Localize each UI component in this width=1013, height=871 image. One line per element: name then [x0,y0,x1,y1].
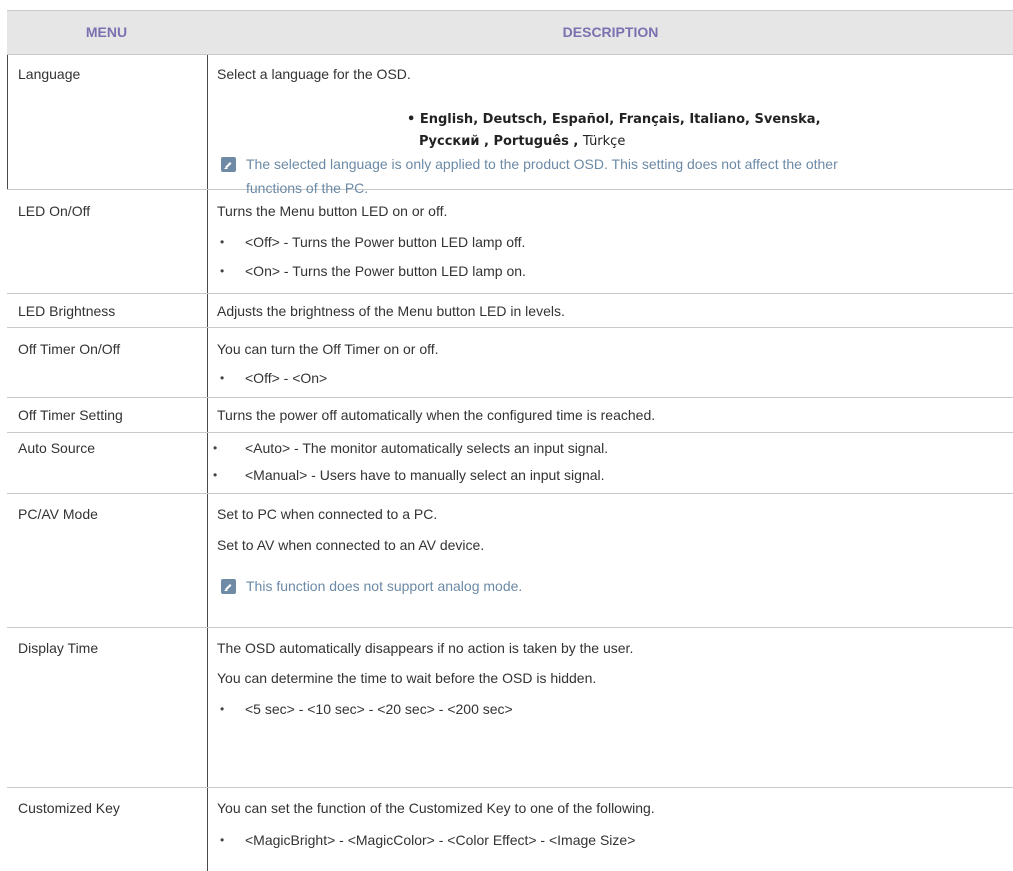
menu-cell-led-brightness: LED Brightness [18,303,116,319]
bullet-item: <Off> - <On> [245,370,328,386]
bullet-icon: • [220,235,225,249]
bullet-item: <MagicBright> - <MagicColor> - <Color Ef… [245,832,636,848]
note-text: functions of the PC. [246,180,369,196]
row-divider [7,432,1013,433]
column-divider [207,54,208,871]
desc-display-time: The OSD automatically disappears if no a… [217,640,634,656]
desc-off-timer-setting: Turns the power off automatically when t… [217,407,656,423]
desc-display-time: You can determine the time to wait befor… [217,670,597,686]
bullet-item: <Off> - Turns the Power button LED lamp … [245,234,526,250]
language-list-text: Русский , Português , [419,134,579,149]
description-column-header: DESCRIPTION [562,24,659,40]
desc-pc-av-mode: Set to AV when connected to an AV device… [217,537,485,553]
menu-cell-off-timer-onoff: Off Timer On/Off [18,341,121,357]
menu-cell-off-timer-setting: Off Timer Setting [18,407,123,423]
pc-av-note: This function does not support analog mo… [246,578,523,594]
row-divider [7,327,1013,328]
desc-language: Select a language for the OSD. [217,66,411,82]
desc-led-brightness: Adjusts the brightness of the Menu butto… [217,303,565,319]
row-divider [7,397,1013,398]
bullet-item: <Manual> - Users have to manually select… [245,467,605,483]
note-text: The selected language is only applied to… [246,156,838,172]
language-list-line2: Русский , Português , Türkçe [419,134,625,149]
bullet-icon: • [213,441,218,455]
note-icon [221,157,236,172]
bullet-item: <On> - Turns the Power button LED lamp o… [245,263,526,279]
language-list-line1: • English, Deutsch, Español, Français, I… [407,112,821,127]
row-divider [7,54,1013,55]
menu-cell-language: Language [18,66,81,82]
bullet-icon: • [213,468,218,482]
language-list-text: Svenska, [754,112,821,127]
note-icon [221,579,236,594]
row-divider [7,10,1013,11]
menu-cell-customized-key: Customized Key [18,800,120,816]
language-list-text: English, Deutsch, Español, Français, Ita… [419,112,750,127]
bullet-icon: • [220,371,225,385]
menu-cell-led-onoff: LED On/Off [18,203,91,219]
bullet-item: <5 sec> - <10 sec> - <20 sec> - <200 sec… [245,701,513,717]
language-list-text: Türkçe [582,134,626,149]
menu-column-header: MENU [85,24,128,40]
row-divider [7,293,1013,294]
menu-cell-display-time: Display Time [18,640,99,656]
desc-customized-key: You can set the function of the Customiz… [217,800,655,816]
desc-led-onoff: Turns the Menu button LED on or off. [217,203,448,219]
desc-off-timer-onoff: You can turn the Off Timer on or off. [217,341,439,357]
bullet-icon: • [220,702,225,716]
row-divider [7,493,1013,494]
row-divider [7,787,1013,788]
row-divider [7,627,1013,628]
bullet-icon: • [220,264,225,278]
menu-cell-pc-av-mode: PC/AV Mode [18,506,98,522]
language-note: The selected language is only applied to… [246,152,838,200]
table-border-left [7,54,8,190]
menu-cell-auto-source: Auto Source [18,440,96,456]
desc-pc-av-mode: Set to PC when connected to a PC. [217,506,438,522]
osd-setup-table: MENU DESCRIPTION Language Select a langu… [0,0,1013,871]
bullet-icon: • [220,833,225,847]
bullet-item: <Auto> - The monitor automatically selec… [245,440,609,456]
